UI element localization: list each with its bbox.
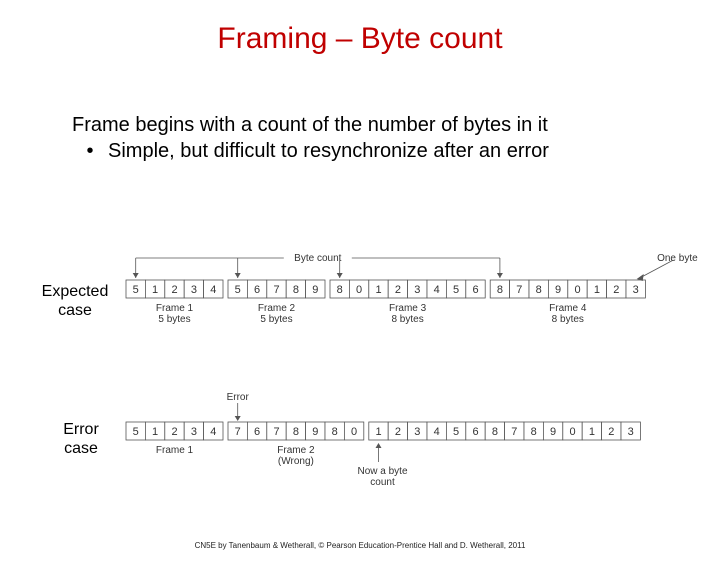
svg-text:One byte: One byte [657,253,698,264]
svg-text:8 bytes: 8 bytes [391,314,423,325]
svg-text:1: 1 [589,426,595,438]
bullet-marker: • [72,138,108,164]
error-case-label: Error case [56,420,106,458]
svg-text:3: 3 [633,284,639,296]
svg-text:9: 9 [312,426,318,438]
svg-text:2: 2 [171,426,177,438]
svg-text:0: 0 [569,426,575,438]
svg-text:8: 8 [497,284,503,296]
svg-text:7: 7 [511,426,517,438]
svg-text:4: 4 [210,426,216,438]
svg-text:0: 0 [356,284,362,296]
svg-text:(Wrong): (Wrong) [278,456,314,467]
svg-text:4: 4 [434,284,440,296]
svg-text:7: 7 [235,426,241,438]
svg-text:8: 8 [332,426,338,438]
svg-text:Now a byte: Now a byte [357,466,407,477]
svg-text:6: 6 [472,284,478,296]
svg-text:8: 8 [536,284,542,296]
svg-text:3: 3 [191,426,197,438]
svg-text:8: 8 [337,284,343,296]
svg-text:8 bytes: 8 bytes [552,314,584,325]
svg-text:7: 7 [516,284,522,296]
svg-text:Frame 4: Frame 4 [549,303,587,314]
svg-text:Frame 2: Frame 2 [258,303,296,314]
svg-text:3: 3 [191,284,197,296]
svg-text:5: 5 [133,284,139,296]
svg-text:1: 1 [152,426,158,438]
svg-text:1: 1 [152,284,158,296]
page-title: Framing – Byte count [0,22,720,56]
svg-text:4: 4 [210,284,216,296]
svg-text:4: 4 [434,426,440,438]
svg-text:5 bytes: 5 bytes [158,314,190,325]
svg-text:1: 1 [594,284,600,296]
svg-text:5 bytes: 5 bytes [260,314,292,325]
svg-text:6: 6 [472,426,478,438]
svg-text:8: 8 [531,426,537,438]
intro-block: Frame begins with a count of the number … [72,112,660,164]
footer-citation: CN5E by Tanenbaum & Wetherall, © Pearson… [0,541,720,550]
svg-text:2: 2 [608,426,614,438]
svg-text:Frame 1: Frame 1 [156,303,194,314]
svg-text:5: 5 [133,426,139,438]
svg-text:0: 0 [351,426,357,438]
svg-text:Byte count: Byte count [294,253,341,264]
svg-text:3: 3 [414,284,420,296]
svg-text:5: 5 [453,284,459,296]
diagram-error: 5 1 2 3 4 7 6 7 8 9 8 0 1 2 3 4 5 6 8 7 8 9 0 1 2 3 Error Frame 1 Fr… [118,392,698,492]
svg-text:Frame 3: Frame 3 [389,303,427,314]
svg-text:6: 6 [254,284,260,296]
svg-text:3: 3 [414,426,420,438]
svg-text:5: 5 [235,284,241,296]
svg-text:2: 2 [395,284,401,296]
svg-text:Frame 1: Frame 1 [156,445,194,456]
diagram-expected: 5 1 2 3 4 5 6 7 8 9 8 0 1 2 3 4 5 6 8 7 8 9 0 1 2 3 Byte count One … [118,248,698,346]
svg-text:9: 9 [550,426,556,438]
svg-text:7: 7 [273,284,279,296]
svg-text:9: 9 [312,284,318,296]
svg-text:Error: Error [227,392,250,403]
svg-text:0: 0 [574,284,580,296]
svg-text:1: 1 [375,426,381,438]
svg-text:count: count [370,477,395,488]
svg-text:6: 6 [254,426,260,438]
svg-text:1: 1 [375,284,381,296]
svg-text:7: 7 [273,426,279,438]
svg-text:8: 8 [492,426,498,438]
svg-text:3: 3 [628,426,634,438]
svg-text:Frame 2: Frame 2 [277,445,315,456]
intro-line: Frame begins with a count of the number … [72,112,660,138]
svg-text:9: 9 [555,284,561,296]
svg-text:8: 8 [293,284,299,296]
svg-text:2: 2 [395,426,401,438]
svg-text:2: 2 [613,284,619,296]
bullet-text: Simple, but difficult to resynchronize a… [108,138,549,164]
expected-case-label: Expected case [40,282,110,320]
svg-text:2: 2 [171,284,177,296]
svg-text:5: 5 [453,426,459,438]
svg-text:8: 8 [293,426,299,438]
